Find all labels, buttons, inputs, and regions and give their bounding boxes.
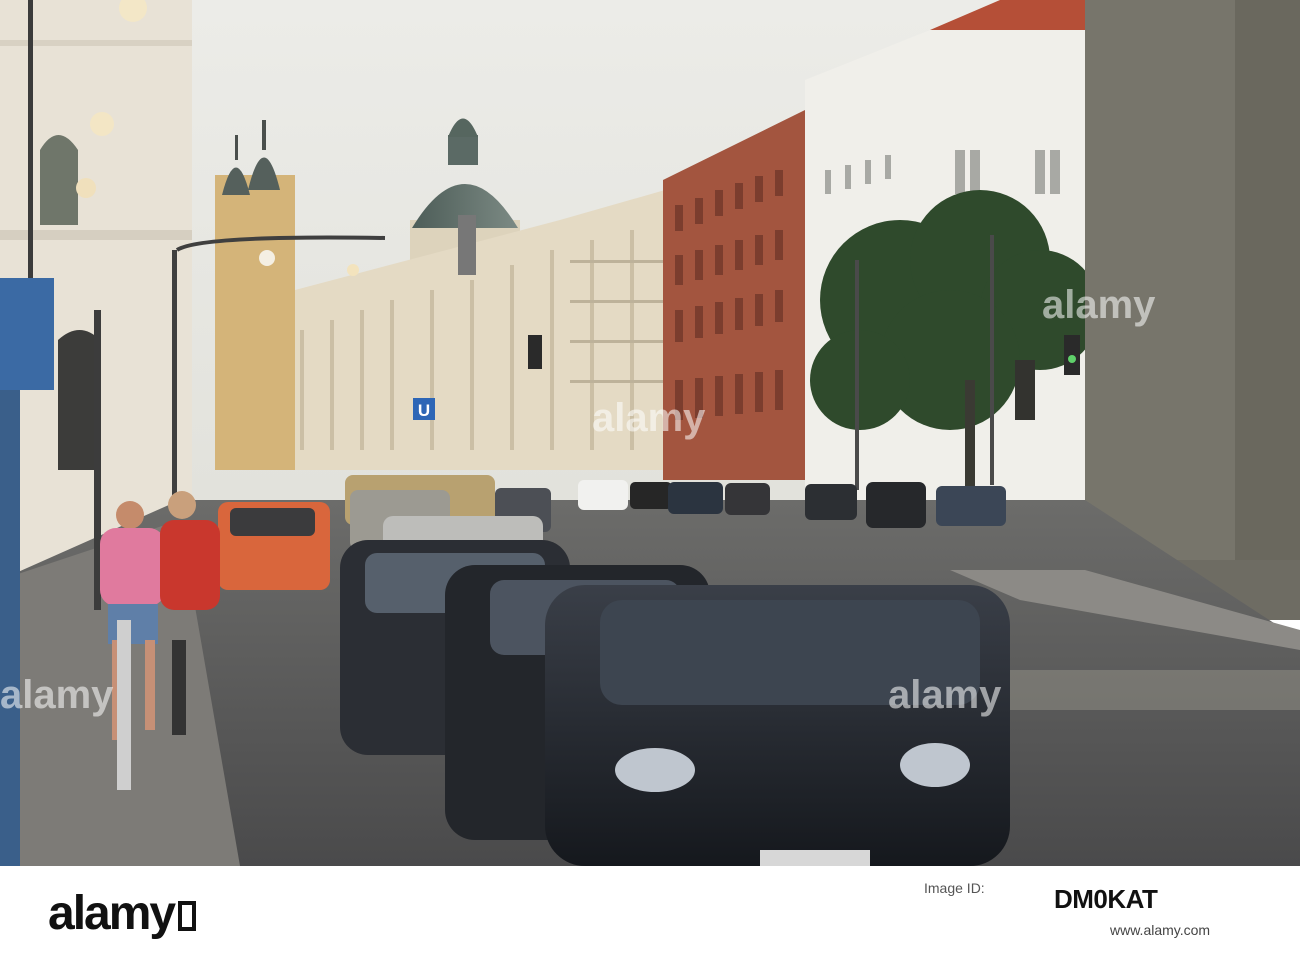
svg-text:alamy: alamy — [592, 396, 706, 440]
alamy-logo: alamy — [48, 886, 197, 941]
svg-text:alamy: alamy — [888, 673, 1002, 717]
alamy-url[interactable]: www.alamy.com — [1110, 922, 1210, 938]
ubahn-sign-label: U — [418, 401, 430, 420]
stock-photo-page: U alamy alamy alamy alamy alamy Image ID… — [0, 0, 1300, 957]
svg-text:alamy: alamy — [0, 673, 114, 717]
alamy-logo-mark-icon — [178, 901, 197, 931]
alamy-logo-text: alamy — [48, 887, 176, 940]
church-towers — [215, 175, 295, 470]
street-photo: U alamy alamy alamy alamy — [0, 0, 1300, 866]
image-id: DM0KAT — [1054, 884, 1158, 914]
image-id-label: Image ID: — [924, 880, 985, 896]
blue-sign — [0, 278, 54, 390]
svg-text:alamy: alamy — [1042, 283, 1156, 327]
